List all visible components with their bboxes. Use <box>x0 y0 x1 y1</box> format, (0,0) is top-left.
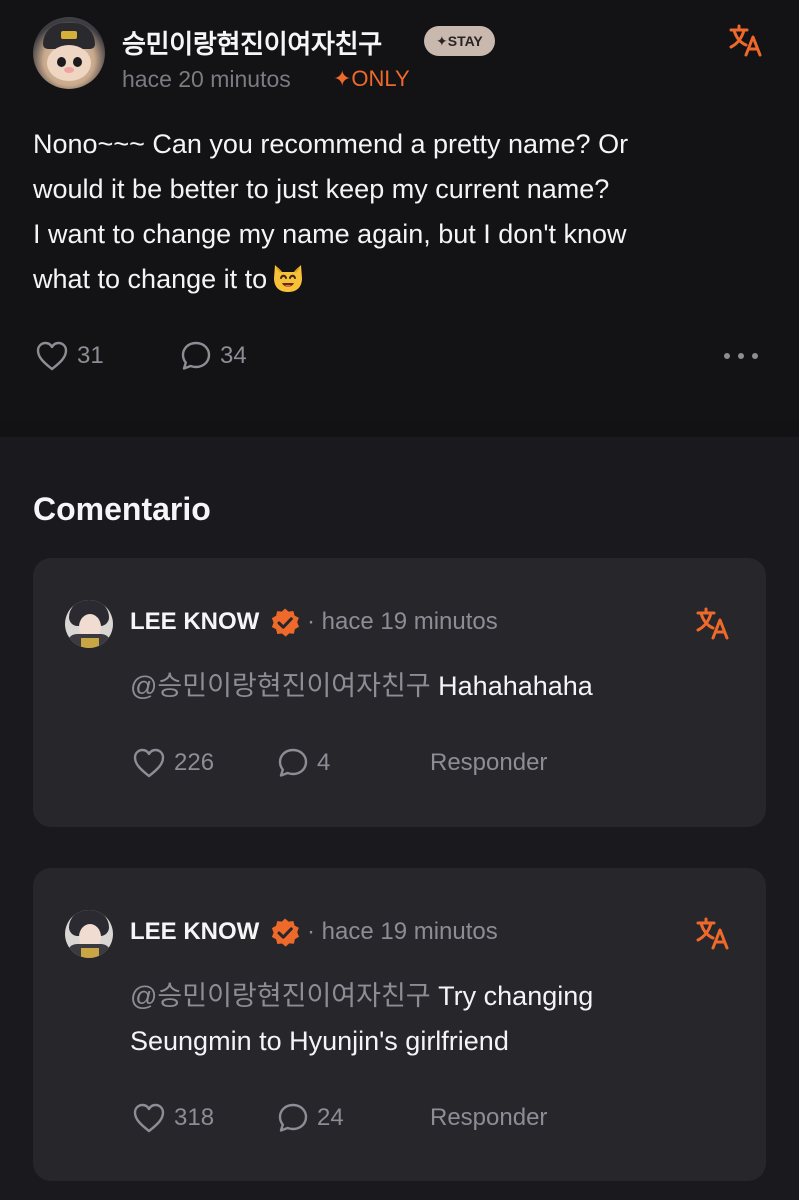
avatar-detail <box>81 638 99 648</box>
avatar-eye <box>57 57 66 67</box>
comment-like-button[interactable]: 226 <box>132 747 214 779</box>
commenter-name[interactable]: LEE KNOW <box>130 918 259 946</box>
comment-mention[interactable]: @승민이랑현진이여자친구 <box>130 671 431 701</box>
commenter-name[interactable]: LEE KNOW <box>130 608 259 636</box>
comment-timestamp: · hace 19 minutos <box>307 608 498 635</box>
avatar-detail <box>81 948 99 958</box>
translate-icon[interactable] <box>695 915 731 951</box>
comment-like-count: 226 <box>174 749 215 776</box>
comment-card: LEE KNOW · hace 19 minutos @승민이랑현진이여자친구 … <box>33 558 766 827</box>
smiling-cat-emoji <box>274 265 303 292</box>
comment-text: @승민이랑현진이여자친구 Hahahahaha <box>130 664 720 709</box>
post-like-button[interactable]: 31 <box>35 340 104 372</box>
heart-icon <box>36 341 68 371</box>
avatar-eye <box>73 57 82 67</box>
verified-badge-icon <box>271 608 299 637</box>
translate-icon[interactable] <box>695 605 731 641</box>
comment-bubble-icon <box>278 748 308 777</box>
commenter-avatar[interactable] <box>65 910 113 958</box>
post: 승민이랑현진이여자친구 ✦STAY hace 20 minutos ✦ONLY … <box>0 0 799 420</box>
post-body: Nono~~~ Can you recommend a pretty name?… <box>33 122 763 302</box>
post-body-line-last: what to change it to <box>33 257 763 302</box>
comments-section: Comentario LEE KNOW · hace 19 minutos @승… <box>0 437 799 1200</box>
post-body-line: would it be better to just keep my curre… <box>33 174 610 204</box>
heart-icon <box>133 1103 165 1133</box>
post-body-line-text: what to change it to <box>33 264 268 294</box>
post-author-name[interactable]: 승민이랑현진이여자친구 <box>122 24 382 61</box>
comment-reply-count: 4 <box>317 749 331 776</box>
post-body-line: Nono~~~ Can you recommend a pretty name?… <box>33 129 629 159</box>
commenter-avatar[interactable] <box>65 600 113 648</box>
translate-icon[interactable] <box>728 22 764 58</box>
avatar-cap-badge <box>61 31 77 39</box>
comment-reply-count: 24 <box>317 1104 344 1131</box>
avatar-nose <box>64 67 74 73</box>
comment-like-button[interactable]: 318 <box>132 1102 214 1134</box>
comments-title: Comentario <box>33 491 211 527</box>
comment-bubble-icon <box>278 1103 308 1132</box>
heart-icon <box>133 748 165 778</box>
comment-timestamp: · hace 19 minutos <box>307 918 498 945</box>
comment-body-line2: Seungmin to Hyunjin's girlfriend <box>130 1026 509 1056</box>
comment-reply-count-button[interactable]: 24 <box>277 1102 344 1134</box>
comment-bubble-icon <box>181 341 211 370</box>
post-comment-button[interactable]: 34 <box>180 340 247 372</box>
only-tag: ✦ONLY <box>333 66 410 91</box>
reply-button[interactable]: Responder <box>430 1104 547 1132</box>
comment-like-count: 318 <box>174 1104 215 1131</box>
post-like-count: 31 <box>77 342 104 369</box>
comment-text: @승민이랑현진이여자친구 Try changing Seungmin to Hy… <box>130 974 720 1064</box>
membership-badge: ✦STAY <box>424 26 495 56</box>
post-body-line: I want to change my name again, but I do… <box>33 219 627 249</box>
avatar-face <box>47 45 91 81</box>
comment-body: Hahahahaha <box>438 671 593 701</box>
comment-mention[interactable]: @승민이랑현진이여자친구 <box>130 981 431 1011</box>
more-dots-icon[interactable] <box>722 346 762 366</box>
comment-card: LEE KNOW · hace 19 minutos @승민이랑현진이여자친구 … <box>33 868 766 1181</box>
comment-reply-count-button[interactable]: 4 <box>277 747 330 779</box>
post-comment-count: 34 <box>220 342 247 369</box>
post-author-avatar[interactable] <box>33 17 105 89</box>
verified-badge-icon <box>271 918 299 947</box>
reply-button[interactable]: Responder <box>430 749 547 777</box>
comment-body-line1: Try changing <box>438 981 594 1011</box>
post-timestamp: hace 20 minutos <box>122 66 291 92</box>
